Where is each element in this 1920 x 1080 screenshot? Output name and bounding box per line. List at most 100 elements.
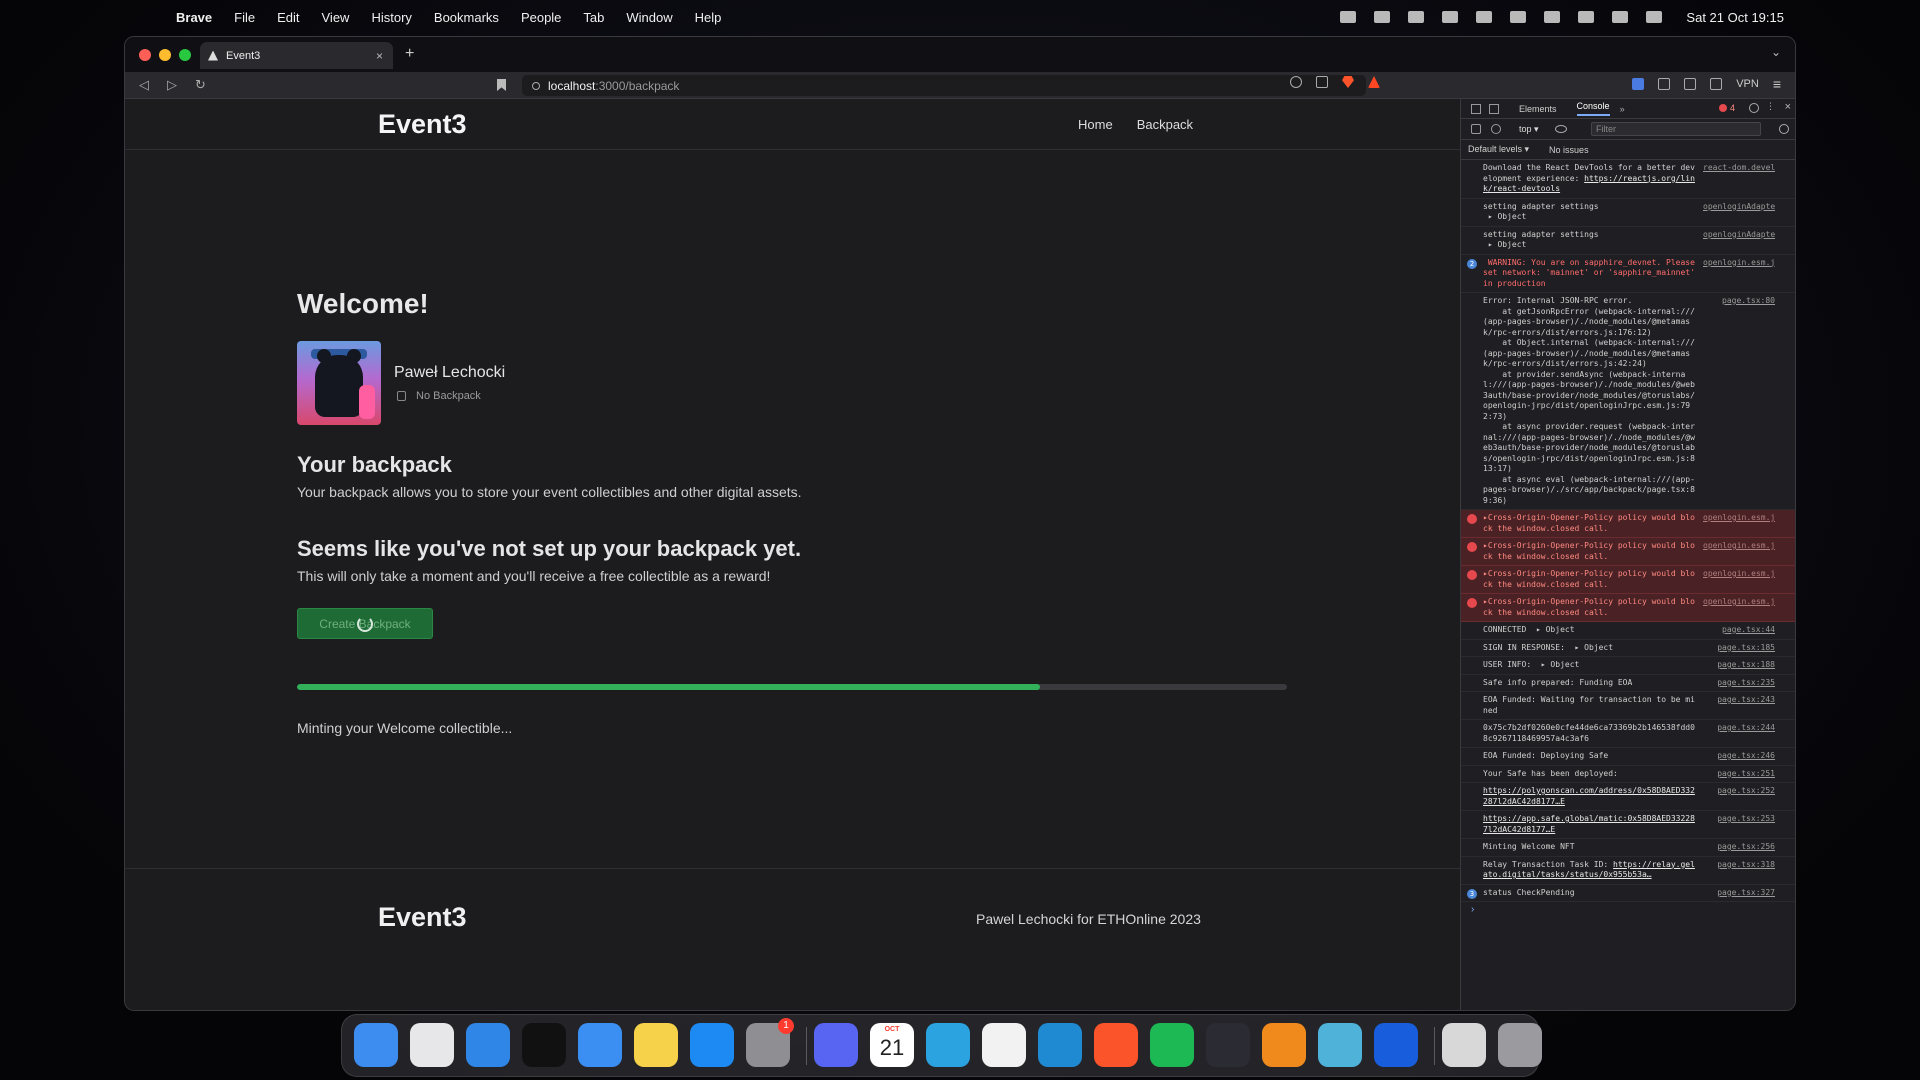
zoom-icon[interactable] bbox=[1290, 76, 1302, 88]
terminal-icon[interactable] bbox=[522, 1023, 566, 1067]
console-entry[interactable]: 3 status CheckPending page.tsx:327 bbox=[1461, 885, 1795, 902]
wallet-icon[interactable] bbox=[1710, 78, 1723, 90]
vlc-icon[interactable] bbox=[1262, 1023, 1306, 1067]
console-entry[interactable]: EOA Funded: Deploying Safe page.tsx:246 bbox=[1461, 748, 1795, 766]
console-source-link[interactable]: openlogin.esm.js:252 bbox=[1703, 513, 1775, 534]
menu-view[interactable]: View bbox=[322, 10, 350, 25]
app-store-icon[interactable] bbox=[690, 1023, 734, 1067]
new-tab-button[interactable]: + bbox=[405, 45, 414, 63]
close-window-button[interactable] bbox=[139, 48, 151, 61]
minimize-window-button[interactable] bbox=[159, 48, 171, 61]
proxyman-icon[interactable] bbox=[1318, 1023, 1362, 1067]
console-source-link[interactable]: page.tsx:243 bbox=[1703, 695, 1775, 716]
vscode-icon[interactable] bbox=[1038, 1023, 1082, 1067]
console-entry[interactable]: ▸Cross-Origin-Opener-Policy policy would… bbox=[1461, 594, 1795, 622]
clear-console-icon[interactable] bbox=[1491, 124, 1501, 134]
device-toolbar-icon[interactable] bbox=[1489, 103, 1499, 114]
menu-clock[interactable]: Sat 21 Oct 19:15 bbox=[1686, 10, 1784, 25]
console-entry[interactable]: ▸Cross-Origin-Opener-Policy policy would… bbox=[1461, 510, 1795, 538]
console-source-link[interactable]: page.tsx:185 bbox=[1703, 643, 1775, 654]
console-source-link[interactable]: page.tsx:246 bbox=[1703, 751, 1775, 762]
create-backpack-button[interactable]: Create Backpack bbox=[297, 608, 433, 639]
menu-edit[interactable]: Edit bbox=[277, 10, 299, 25]
console-entry[interactable]: SIGN IN RESPONSE: ▸ Object page.tsx:185 bbox=[1461, 640, 1795, 657]
context-selector[interactable]: top ▾ bbox=[1519, 124, 1539, 135]
brave-icon[interactable] bbox=[1094, 1023, 1138, 1067]
tab-console[interactable]: Console bbox=[1576, 101, 1610, 116]
console-link[interactable]: https://app.safe.global/matic:0x58D8AED3… bbox=[1483, 814, 1695, 834]
kebab-menu-icon[interactable]: ⋮ bbox=[1766, 101, 1775, 112]
sidebar-icon[interactable] bbox=[1684, 78, 1697, 90]
console-entry[interactable]: Safe info prepared: Funding EOA page.tsx:… bbox=[1461, 675, 1795, 692]
maximize-window-button[interactable] bbox=[179, 48, 191, 61]
console-source-link[interactable]: page.tsx:327 bbox=[1703, 888, 1775, 899]
console-source-link[interactable]: page.tsx:252 bbox=[1703, 786, 1775, 807]
menu-bookmarks[interactable]: Bookmarks bbox=[434, 10, 499, 25]
console-source-link[interactable]: page.tsx:244 bbox=[1703, 723, 1775, 744]
launchpad-icon[interactable] bbox=[410, 1023, 454, 1067]
tab-close-icon[interactable]: × bbox=[376, 49, 383, 63]
console-link[interactable]: https://relay.gelato.digital/tasks/statu… bbox=[1483, 860, 1695, 880]
extensions-icon[interactable] bbox=[1658, 78, 1671, 90]
obs-icon[interactable] bbox=[1206, 1023, 1250, 1067]
console-source-link[interactable]: page.tsx:44 bbox=[1703, 625, 1775, 636]
forward-icon[interactable]: ▷ bbox=[167, 77, 181, 93]
console-source-link[interactable]: page.tsx:80 bbox=[1703, 296, 1775, 506]
telegram-icon[interactable] bbox=[926, 1023, 970, 1067]
bitwarden-icon[interactable] bbox=[1374, 1023, 1418, 1067]
console-source-link[interactable]: page.tsx:256 bbox=[1703, 842, 1775, 853]
nav-backpack-link[interactable]: Backpack bbox=[1137, 117, 1193, 132]
status-app-icon[interactable] bbox=[1408, 11, 1425, 23]
console-source-link[interactable]: openlogin.esm.js:397 bbox=[1703, 258, 1775, 290]
safari-icon[interactable] bbox=[466, 1023, 510, 1067]
discord-icon[interactable] bbox=[814, 1023, 858, 1067]
menu-people[interactable]: People bbox=[521, 10, 561, 25]
menu-help[interactable]: Help bbox=[695, 10, 722, 25]
console-link[interactable]: https://reactjs.org/link/react-devtools bbox=[1483, 174, 1695, 194]
trash-icon[interactable] bbox=[1498, 1023, 1542, 1067]
reload-icon[interactable]: ↻ bbox=[195, 77, 209, 93]
extension-icon[interactable] bbox=[1632, 78, 1645, 90]
console-entry[interactable]: Error: Internal JSON-RPC error. at getJs… bbox=[1461, 293, 1795, 510]
address-bar[interactable]: localhost :3000/backpack bbox=[522, 75, 1366, 96]
textedit-icon[interactable] bbox=[982, 1023, 1026, 1067]
nav-home-link[interactable]: Home bbox=[1078, 117, 1113, 132]
log-levels-dropdown[interactable]: Default levels ▾ bbox=[1468, 144, 1529, 155]
console-source-link[interactable]: page.tsx:318 bbox=[1703, 860, 1775, 881]
console-entry[interactable]: Your Safe has been deployed: page.tsx:251 bbox=[1461, 766, 1795, 783]
hamburger-menu-icon[interactable]: ≡ bbox=[1773, 76, 1781, 92]
console-entry[interactable]: ▸Cross-Origin-Opener-Policy policy would… bbox=[1461, 538, 1795, 566]
menu-tab[interactable]: Tab bbox=[583, 10, 604, 25]
console-settings-icon[interactable] bbox=[1779, 124, 1789, 134]
console-source-link[interactable]: page.tsx:253 bbox=[1703, 814, 1775, 835]
status-app-icon[interactable] bbox=[1476, 11, 1493, 23]
console-link[interactable]: https://polygonscan.com/address/0x58D8AE… bbox=[1483, 786, 1695, 806]
spotify-icon[interactable] bbox=[1150, 1023, 1194, 1067]
console-source-link[interactable]: openloginAdapter.esm.js:152 bbox=[1703, 230, 1775, 251]
console-source-link[interactable]: react-dom.development.js:36858 bbox=[1703, 163, 1775, 195]
control-center-icon[interactable] bbox=[1646, 11, 1663, 23]
console-entry[interactable]: Download the React DevTools for a better… bbox=[1461, 160, 1795, 199]
console-source-link[interactable]: openlogin.esm.js:252 bbox=[1703, 541, 1775, 562]
inspect-icon[interactable] bbox=[1471, 103, 1481, 114]
more-tabs-icon[interactable]: » bbox=[1620, 104, 1625, 114]
menu-history[interactable]: History bbox=[371, 10, 411, 25]
chevron-down-icon[interactable]: ⌄ bbox=[1771, 45, 1781, 59]
console-entry[interactable]: 2 WARNING: You are on sapphire_devnet. P… bbox=[1461, 255, 1795, 293]
bookmark-icon[interactable] bbox=[497, 79, 506, 91]
battery-icon[interactable] bbox=[1544, 11, 1561, 23]
console-source-link[interactable]: page.tsx:188 bbox=[1703, 660, 1775, 671]
console-source-link[interactable]: openloginAdapter.esm.js:152 bbox=[1703, 202, 1775, 223]
console-entry[interactable]: ▸Cross-Origin-Opener-Policy policy would… bbox=[1461, 566, 1795, 594]
vpn-button[interactable]: VPN bbox=[1736, 78, 1759, 90]
search-icon[interactable] bbox=[1612, 11, 1629, 23]
console-entry[interactable]: https://app.safe.global/matic:0x58D8AED3… bbox=[1461, 811, 1795, 839]
sidebar-toggle-icon[interactable] bbox=[1471, 124, 1481, 134]
finder-icon[interactable] bbox=[354, 1023, 398, 1067]
console-entry[interactable]: CONNECTED ▸ Object page.tsx:44 bbox=[1461, 622, 1795, 640]
menu-window[interactable]: Window bbox=[626, 10, 672, 25]
back-icon[interactable]: ◁ bbox=[139, 77, 153, 93]
brave-rewards-icon[interactable] bbox=[1368, 76, 1380, 88]
menu-app-name[interactable]: Brave bbox=[176, 10, 212, 25]
status-app-icon[interactable] bbox=[1442, 11, 1459, 23]
